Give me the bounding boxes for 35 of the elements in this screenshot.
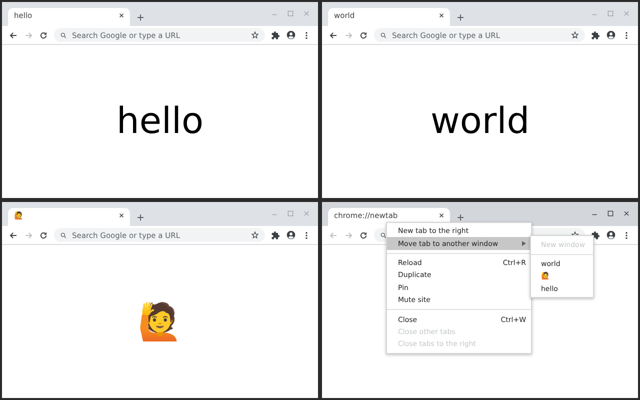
page-text: world xyxy=(430,101,530,142)
account-icon[interactable] xyxy=(286,230,296,240)
plus-icon[interactable] xyxy=(456,213,465,222)
plus-icon[interactable] xyxy=(456,13,465,22)
search-icon[interactable] xyxy=(380,32,387,38)
back-arrow-icon[interactable] xyxy=(9,230,18,240)
close-icon[interactable] xyxy=(118,12,125,19)
star-icon[interactable] xyxy=(251,31,259,39)
page-text: hello xyxy=(116,101,204,142)
back-arrow-icon[interactable] xyxy=(9,30,18,40)
account-icon[interactable] xyxy=(606,30,616,40)
submenu-arrow-icon xyxy=(522,241,526,246)
account-icon[interactable] xyxy=(286,30,296,40)
puzzle-icon[interactable] xyxy=(271,230,280,240)
search-icon[interactable] xyxy=(60,232,67,238)
reload-icon[interactable] xyxy=(359,230,368,240)
back-arrow-icon[interactable] xyxy=(329,30,338,40)
close-icon[interactable] xyxy=(118,212,125,219)
star-icon[interactable] xyxy=(251,231,259,239)
star-icon[interactable] xyxy=(571,31,579,39)
search-icon[interactable] xyxy=(60,32,67,38)
plus-icon[interactable] xyxy=(136,213,145,222)
page-text: 🙋 xyxy=(138,300,182,342)
reload-icon[interactable] xyxy=(39,30,48,40)
puzzle-icon[interactable] xyxy=(591,30,600,40)
reload-icon[interactable] xyxy=(39,230,48,240)
close-icon[interactable] xyxy=(623,210,630,217)
plus-icon[interactable] xyxy=(136,13,145,22)
puzzle-icon[interactable] xyxy=(271,30,280,40)
close-icon[interactable] xyxy=(438,12,445,19)
search-icon[interactable] xyxy=(380,232,387,238)
account-icon[interactable] xyxy=(606,230,616,240)
close-icon[interactable] xyxy=(438,212,445,219)
maximize-icon[interactable] xyxy=(607,210,614,217)
reload-icon[interactable] xyxy=(359,30,368,40)
